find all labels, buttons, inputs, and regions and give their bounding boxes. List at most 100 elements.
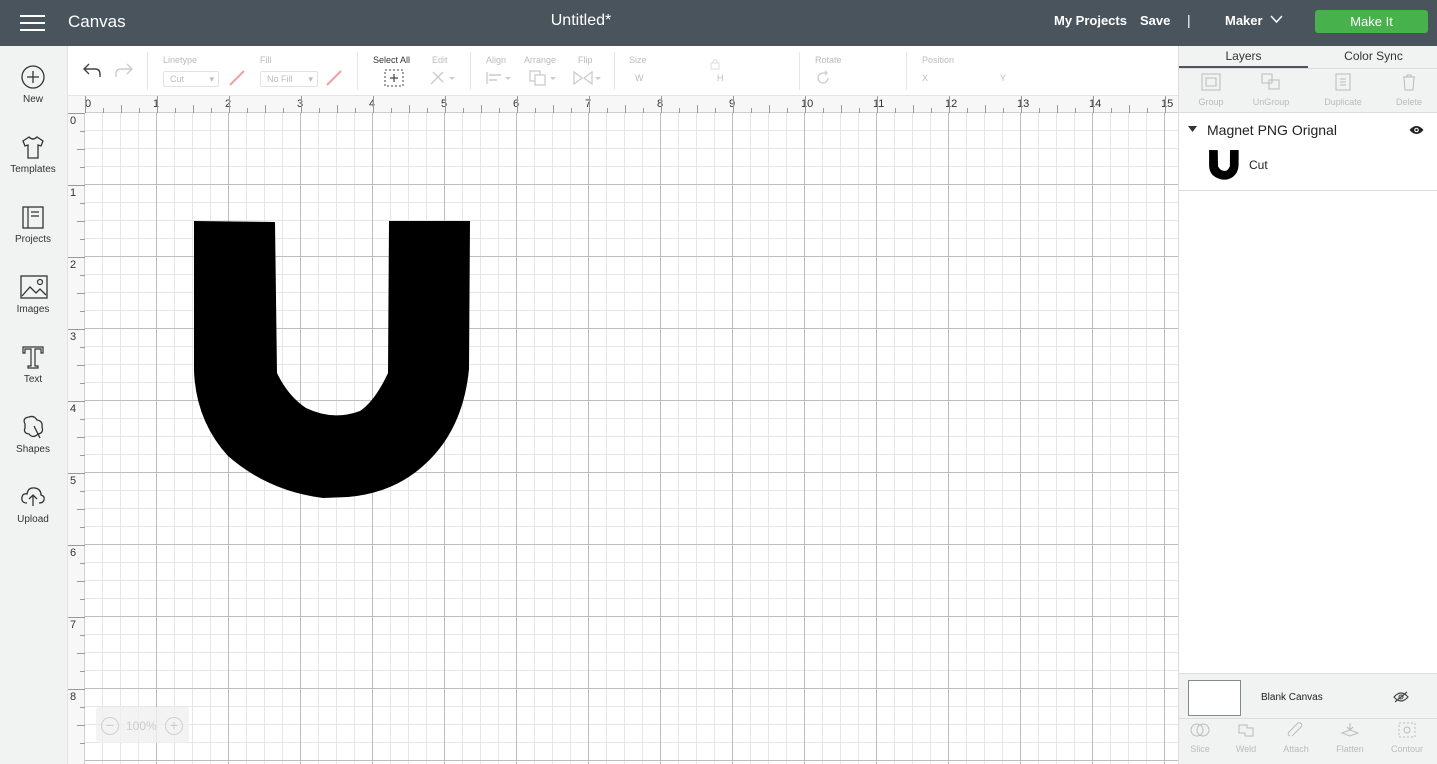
flatten-button[interactable]: Flatten [1318,722,1382,754]
ruler-tick [841,105,842,113]
redo-icon[interactable] [114,62,134,78]
blank-canvas-row: Blank Canvas [1179,673,1437,718]
width-input[interactable]: W [629,71,701,87]
caret-down-icon[interactable] [1188,126,1197,132]
ruler-number: 6 [70,547,77,559]
ruler-tick [68,617,85,618]
toolbar-divider [799,52,800,90]
sidebar-item-templates[interactable]: Templates [0,128,66,190]
linetype-color-swatch[interactable] [228,70,246,86]
sidebar-item-text[interactable]: Text [0,338,66,400]
ruler-tick [68,113,85,114]
eye-icon[interactable] [1409,125,1424,135]
contour-button[interactable]: Contour [1375,722,1437,754]
ruler-number: 8 [70,691,77,703]
ruler-number: 0 [70,115,77,127]
delete-button[interactable]: Delete [1377,73,1437,107]
sidebar-item-upload[interactable]: Upload [0,478,66,540]
rotate-icon[interactable] [815,70,831,86]
lock-icon[interactable] [709,58,721,70]
ungroup-button[interactable]: UnGroup [1239,73,1303,107]
ruler-number: 14 [1089,98,1102,110]
fill-label: Fill [260,55,272,65]
duplicate-icon [1335,73,1351,91]
ruler-tick [877,96,878,113]
rotate-input[interactable] [838,71,892,87]
shapes-icon [23,415,44,439]
sidebar-item-label: Images [16,304,50,315]
flatten-icon [1340,723,1360,737]
duplicate-label: Duplicate [1324,97,1362,107]
save-button[interactable]: Save [1140,13,1170,28]
y-position-input[interactable]: Y [994,71,1068,87]
x-position-input[interactable]: X [916,71,990,87]
sidebar-item-label: New [22,94,43,105]
ruler-tick [1057,105,1058,113]
blank-canvas-swatch[interactable] [1188,680,1241,716]
sidebar-item-images[interactable]: Images [0,268,66,330]
make-it-button[interactable]: Make It [1315,10,1428,33]
duplicate-button[interactable]: Duplicate [1311,73,1375,107]
rotate-label: Rotate [815,55,842,65]
tab-layers[interactable]: Layers [1179,46,1308,68]
undo-icon[interactable] [82,62,102,78]
layer-thumbnail [1209,150,1239,180]
plus-circle-icon [21,65,45,89]
fill-select[interactable]: No Fill ▾ [260,71,318,87]
chevron-down-icon: ▾ [209,74,214,84]
sidebar-item-projects[interactable]: Projects [0,198,66,260]
ruler-tick [68,689,85,690]
ruler-corner [68,96,85,113]
book-icon [22,206,44,229]
ruler-tick [265,105,266,113]
zoom-in-button[interactable]: + [165,717,183,735]
size-label: Size [629,55,647,65]
tshirt-icon [22,136,44,159]
ruler-tick [445,96,446,113]
document-title[interactable]: Untitled* [0,12,1162,30]
zoom-out-button[interactable]: − [101,717,119,735]
group-icon [1201,73,1221,91]
sidebar-item-label: Upload [17,514,49,525]
blank-canvas-label: Blank Canvas [1261,692,1323,703]
layer-group-row[interactable]: Magnet PNG Orignal [1179,113,1437,145]
height-input[interactable]: H [711,71,785,87]
sidebar-item-new[interactable]: New [0,58,66,120]
ruler-tick [769,105,770,113]
design-canvas[interactable]: 0123456789101112131415 012345678 − 100% … [68,96,1178,764]
machine-selector[interactable]: Maker [1225,13,1283,28]
ruler-tick [157,96,158,113]
ruler-number: 2 [70,259,77,271]
magnet-u-shape[interactable] [193,221,473,501]
sidebar-item-shapes[interactable]: Shapes [0,408,66,470]
ruler-tick [193,105,194,113]
select-all-icon[interactable] [384,69,404,87]
flatten-label: Flatten [1336,744,1364,754]
sidebar-item-label: Text [23,374,43,385]
ruler-tick [229,96,230,113]
toolbar-divider [357,52,358,90]
ruler-tick [1129,105,1130,113]
eye-hidden-icon[interactable] [1393,691,1409,703]
my-projects-link[interactable]: My Projects [1054,13,1127,28]
ruler-tick [68,473,85,474]
fill-color-swatch[interactable] [325,70,343,86]
edit-tools-icon[interactable] [429,70,455,86]
align-icon[interactable] [486,71,512,85]
sidebar-item-label: Templates [10,164,56,175]
linetype-select[interactable]: Cut ▾ [163,71,219,87]
group-button[interactable]: Group [1179,73,1243,107]
ruler-tick [517,96,518,113]
ruler-tick [337,105,338,113]
ruler-tick [409,105,410,113]
arrange-icon[interactable] [529,70,557,86]
slice-icon [1190,723,1210,737]
ruler-number: 11 [873,98,885,110]
trash-icon [1403,74,1415,91]
ruler-tick [77,437,85,438]
linetype-value: Cut [170,74,185,84]
layer-row[interactable]: Cut [1179,145,1437,191]
tab-color-sync[interactable]: Color Sync [1309,46,1437,68]
flip-icon[interactable] [573,70,601,86]
ruler-tick [68,401,85,402]
